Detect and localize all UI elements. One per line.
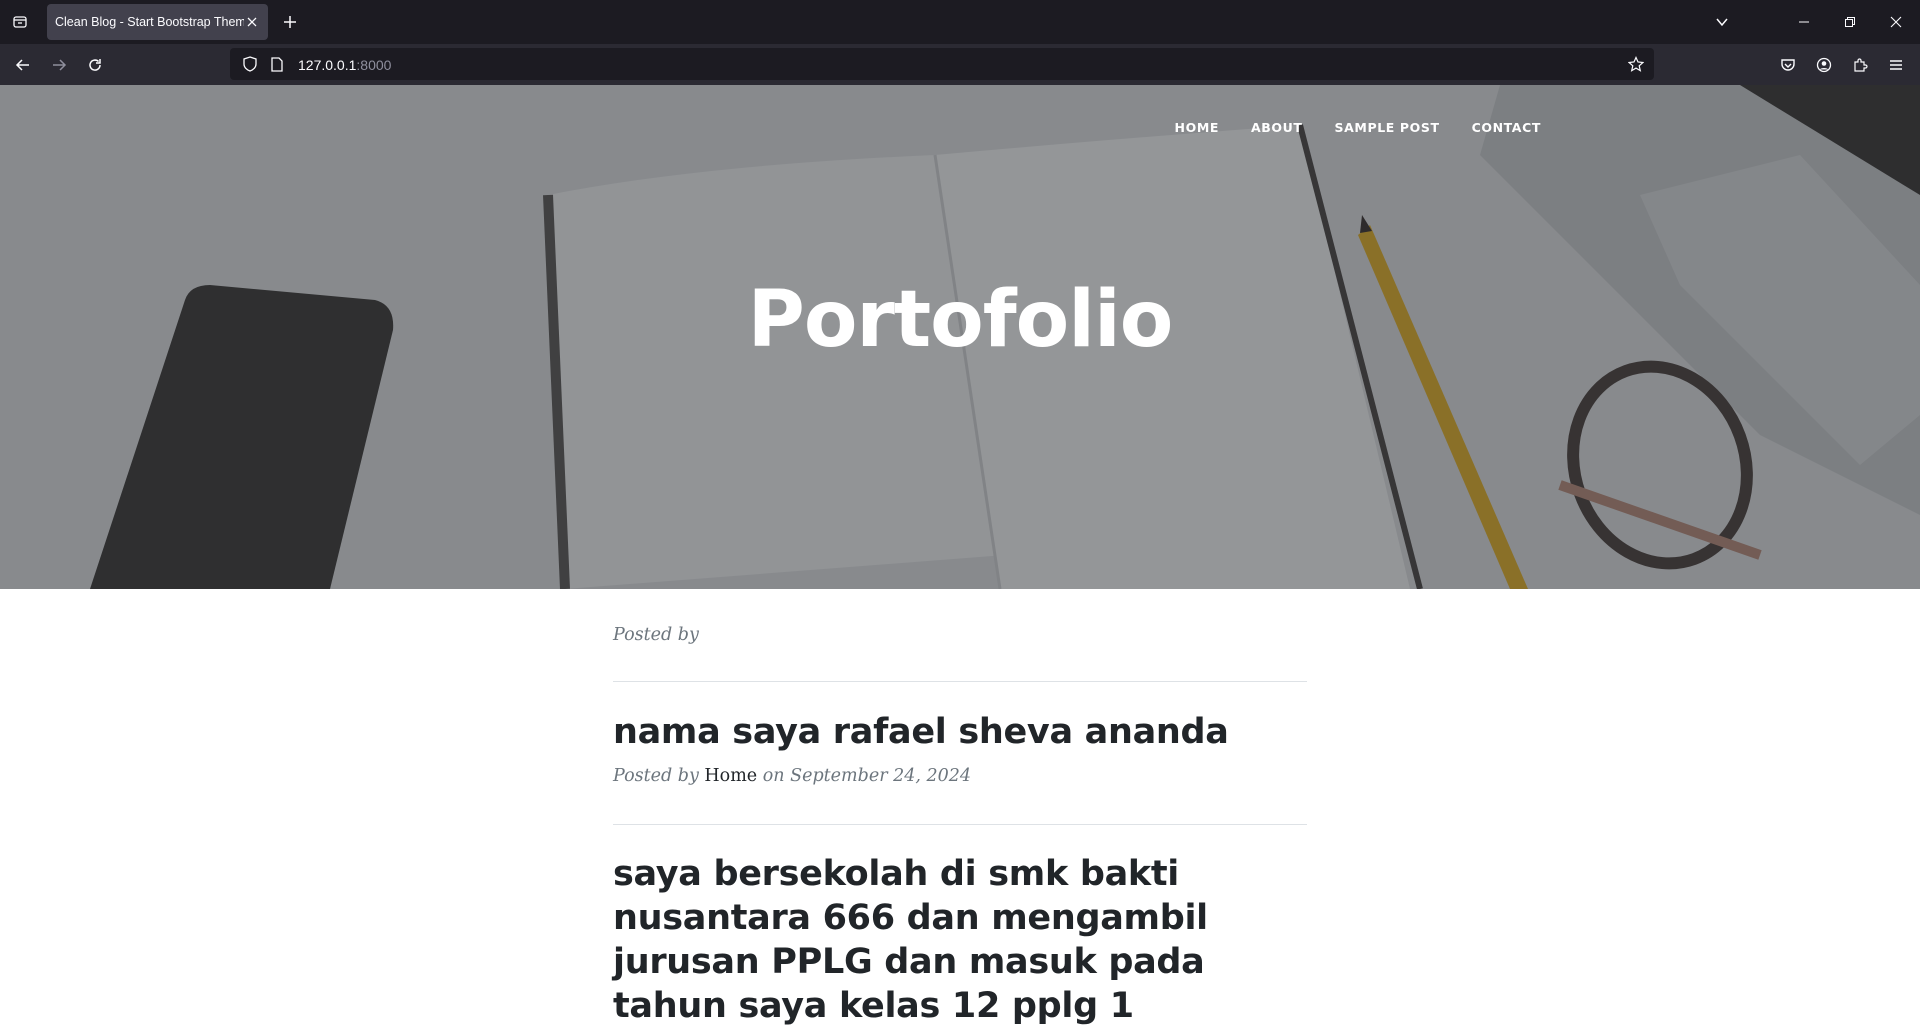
nav-link-sample-post[interactable]: SAMPLE POST bbox=[1319, 118, 1456, 138]
browser-tab-bar: Clean Blog - Start Bootstrap Theme bbox=[0, 0, 1920, 44]
divider bbox=[613, 824, 1307, 825]
back-icon[interactable] bbox=[5, 44, 41, 85]
tab-active[interactable]: Clean Blog - Start Bootstrap Theme bbox=[47, 4, 268, 40]
address-bar[interactable]: 127.0.0.1:8000 bbox=[230, 48, 1654, 80]
post-date: on September 24, 2024 bbox=[762, 766, 972, 786]
shield-icon[interactable] bbox=[238, 56, 262, 72]
nav-link-home[interactable]: HOME bbox=[1159, 118, 1235, 138]
pocket-icon[interactable] bbox=[1770, 44, 1806, 85]
divider bbox=[613, 681, 1307, 682]
close-window-icon[interactable] bbox=[1878, 0, 1914, 44]
masthead: HOME ABOUT SAMPLE POST CONTACT Portofoli… bbox=[0, 85, 1920, 589]
page-viewport: HOME ABOUT SAMPLE POST CONTACT Portofoli… bbox=[0, 85, 1920, 1032]
post-title[interactable]: nama saya rafael sheva ananda bbox=[613, 710, 1307, 754]
post-meta: Posted by bbox=[613, 625, 699, 645]
forward-icon[interactable] bbox=[41, 44, 77, 85]
extensions-icon[interactable] bbox=[1842, 44, 1878, 85]
post-title[interactable]: saya bersekolah di smk bakti nusantara 6… bbox=[613, 852, 1307, 1028]
menu-icon[interactable] bbox=[1878, 44, 1914, 85]
tab-title: Clean Blog - Start Bootstrap Theme bbox=[55, 15, 244, 29]
url-host: 127.0.0.1 bbox=[298, 56, 357, 73]
new-tab-icon[interactable] bbox=[278, 0, 302, 44]
browser-nav-bar: 127.0.0.1:8000 bbox=[0, 44, 1920, 85]
url-port: :8000 bbox=[356, 56, 392, 73]
page-icon[interactable] bbox=[266, 56, 288, 72]
bookmark-star-icon[interactable] bbox=[1626, 56, 1646, 72]
url-text[interactable]: 127.0.0.1:8000 bbox=[298, 55, 391, 74]
nav-link-about[interactable]: ABOUT bbox=[1235, 118, 1319, 138]
reload-icon[interactable] bbox=[77, 44, 113, 85]
restore-icon[interactable] bbox=[1832, 0, 1868, 44]
tab-list-icon[interactable] bbox=[8, 0, 32, 44]
account-icon[interactable] bbox=[1806, 44, 1842, 85]
post-author-link[interactable]: Home bbox=[704, 766, 757, 786]
post-meta-prefix: Posted by bbox=[613, 766, 699, 786]
tab-close-icon[interactable] bbox=[244, 14, 260, 30]
site-heading: Portofolio bbox=[747, 275, 1174, 365]
minimize-icon[interactable] bbox=[1786, 0, 1822, 44]
post-meta: Posted by Home on September 24, 2024 bbox=[613, 766, 971, 786]
site-navbar: HOME ABOUT SAMPLE POST CONTACT bbox=[1159, 118, 1557, 138]
list-all-tabs-icon[interactable] bbox=[1710, 0, 1734, 44]
nav-link-contact[interactable]: CONTACT bbox=[1456, 118, 1557, 138]
